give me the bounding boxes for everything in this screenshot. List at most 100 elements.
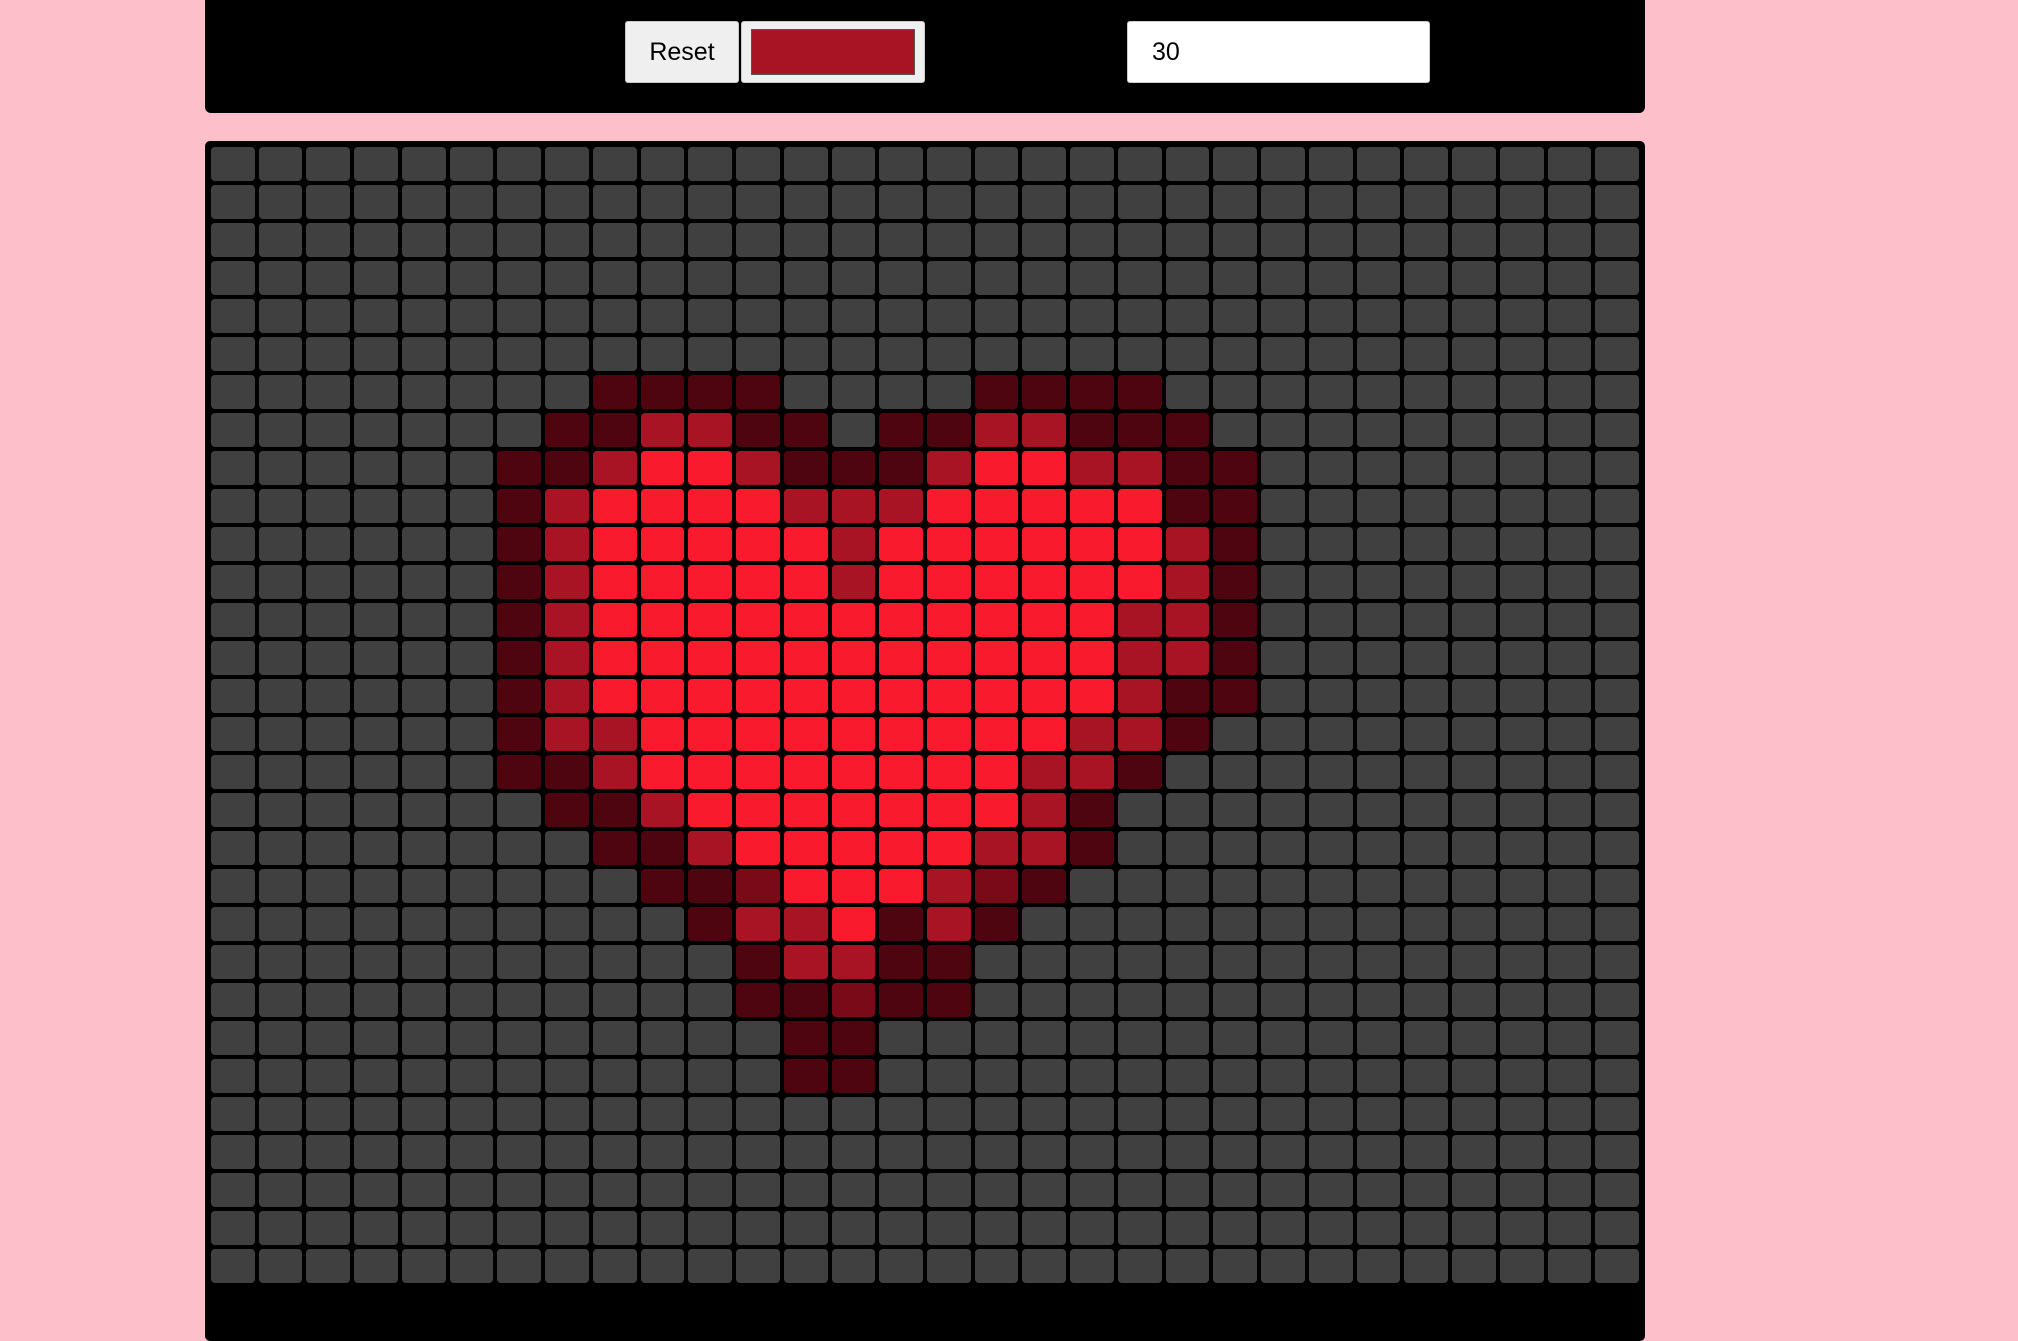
grid-cell[interactable] — [831, 1249, 876, 1283]
grid-cell[interactable] — [783, 527, 828, 561]
grid-cell[interactable] — [974, 451, 1019, 485]
grid-cell[interactable] — [1070, 717, 1114, 751]
grid-cell[interactable] — [640, 451, 685, 485]
grid-cell[interactable] — [306, 869, 351, 903]
grid-cell[interactable] — [1452, 641, 1496, 675]
grid-cell[interactable] — [831, 1059, 876, 1093]
grid-cell[interactable] — [1595, 261, 1639, 295]
grid-cell[interactable] — [401, 527, 446, 561]
grid-cell[interactable] — [1404, 907, 1449, 941]
grid-cell[interactable] — [1261, 983, 1305, 1017]
grid-cell[interactable] — [1308, 679, 1353, 713]
grid-cell[interactable] — [545, 1059, 589, 1093]
grid-cell[interactable] — [831, 299, 876, 333]
grid-cell[interactable] — [1308, 489, 1353, 523]
grid-cell[interactable] — [1117, 413, 1162, 447]
grid-cell[interactable] — [1165, 489, 1210, 523]
grid-cell[interactable] — [592, 413, 637, 447]
grid-cell[interactable] — [401, 1059, 446, 1093]
grid-cell[interactable] — [783, 983, 828, 1017]
grid-cell[interactable] — [354, 527, 398, 561]
grid-cell[interactable] — [1117, 641, 1162, 675]
grid-cell[interactable] — [1499, 1249, 1544, 1283]
grid-cell[interactable] — [831, 793, 876, 827]
grid-cell[interactable] — [1595, 1059, 1639, 1093]
grid-cell[interactable] — [211, 831, 255, 865]
grid-cell[interactable] — [974, 1059, 1019, 1093]
grid-cell[interactable] — [1070, 565, 1114, 599]
grid-cell[interactable] — [1117, 907, 1162, 941]
grid-cell[interactable] — [1117, 717, 1162, 751]
grid-cell[interactable] — [401, 261, 446, 295]
grid-cell[interactable] — [1022, 261, 1067, 295]
grid-cell[interactable] — [688, 907, 733, 941]
grid-cell[interactable] — [1070, 527, 1114, 561]
grid-cell[interactable] — [879, 679, 923, 713]
grid-cell[interactable] — [306, 565, 351, 599]
grid-cell[interactable] — [497, 717, 542, 751]
grid-cell[interactable] — [640, 1249, 685, 1283]
grid-cell[interactable] — [640, 1097, 685, 1131]
grid-cell[interactable] — [258, 1211, 303, 1245]
grid-cell[interactable] — [1165, 1249, 1210, 1283]
grid-cell[interactable] — [258, 717, 303, 751]
grid-cell[interactable] — [688, 1249, 733, 1283]
grid-cell[interactable] — [258, 869, 303, 903]
grid-cell[interactable] — [1404, 793, 1449, 827]
grid-cell[interactable] — [1356, 1059, 1401, 1093]
grid-cell[interactable] — [1117, 1211, 1162, 1245]
grid-cell[interactable] — [1117, 451, 1162, 485]
grid-cell[interactable] — [1356, 869, 1401, 903]
grid-cell[interactable] — [1117, 299, 1162, 333]
grid-cell[interactable] — [401, 565, 446, 599]
grid-cell[interactable] — [1070, 1135, 1114, 1169]
grid-cell[interactable] — [401, 907, 446, 941]
grid-cell[interactable] — [1452, 603, 1496, 637]
grid-cell[interactable] — [1356, 299, 1401, 333]
grid-cell[interactable] — [1261, 223, 1305, 257]
grid-cell[interactable] — [1213, 945, 1258, 979]
grid-cell[interactable] — [1213, 527, 1258, 561]
grid-cell[interactable] — [1165, 527, 1210, 561]
grid-cell[interactable] — [1022, 907, 1067, 941]
grid-cell[interactable] — [640, 527, 685, 561]
grid-cell[interactable] — [1595, 527, 1639, 561]
grid-cell[interactable] — [736, 299, 780, 333]
grid-cell[interactable] — [1452, 1211, 1496, 1245]
grid-cell[interactable] — [640, 147, 685, 181]
grid-cell[interactable] — [1213, 413, 1258, 447]
grid-cell[interactable] — [1404, 679, 1449, 713]
grid-cell[interactable] — [592, 907, 637, 941]
grid-cell[interactable] — [879, 261, 923, 295]
grid-cell[interactable] — [258, 185, 303, 219]
grid-cell[interactable] — [1404, 299, 1449, 333]
grid-cell[interactable] — [736, 185, 780, 219]
grid-cell[interactable] — [1117, 147, 1162, 181]
grid-cell[interactable] — [1499, 299, 1544, 333]
grid-cell[interactable] — [1308, 641, 1353, 675]
grid-cell[interactable] — [1404, 983, 1449, 1017]
grid-cell[interactable] — [258, 451, 303, 485]
grid-cell[interactable] — [1547, 1211, 1592, 1245]
grid-cell[interactable] — [592, 185, 637, 219]
grid-cell[interactable] — [1499, 185, 1544, 219]
grid-cell[interactable] — [211, 375, 255, 409]
grid-cell[interactable] — [1499, 831, 1544, 865]
grid-cell[interactable] — [783, 261, 828, 295]
grid-cell[interactable] — [1308, 565, 1353, 599]
grid-cell[interactable] — [1070, 375, 1114, 409]
grid-cell[interactable] — [1452, 1021, 1496, 1055]
grid-cell[interactable] — [1213, 831, 1258, 865]
grid-cell[interactable] — [354, 375, 398, 409]
grid-cell[interactable] — [783, 679, 828, 713]
grid-cell[interactable] — [354, 945, 398, 979]
grid-cell[interactable] — [1595, 1021, 1639, 1055]
grid-cell[interactable] — [211, 1135, 255, 1169]
grid-cell[interactable] — [927, 717, 971, 751]
grid-cell[interactable] — [497, 983, 542, 1017]
grid-cell[interactable] — [927, 147, 971, 181]
grid-cell[interactable] — [1117, 489, 1162, 523]
grid-cell[interactable] — [401, 1211, 446, 1245]
grid-cell[interactable] — [1165, 1021, 1210, 1055]
grid-cell[interactable] — [1547, 679, 1592, 713]
